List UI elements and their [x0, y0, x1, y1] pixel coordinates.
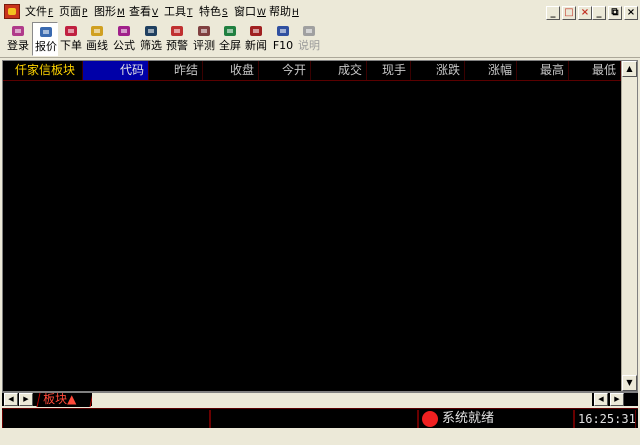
toolbar-button-0[interactable]: 登录: [5, 22, 31, 56]
close-icon: ×: [626, 7, 636, 18]
column-header[interactable]: 最高: [517, 61, 569, 80]
column-header[interactable]: 收盘: [203, 61, 259, 80]
order-t-icon: [64, 24, 78, 38]
column-header[interactable]: 仟家信板块: [3, 61, 83, 80]
hscroll-right-icon[interactable]: ▶: [610, 393, 624, 406]
maximize-icon: □: [564, 7, 574, 18]
alert-icon: [170, 24, 184, 38]
login-pencil-icon: [11, 24, 25, 38]
column-header[interactable]: 代码: [83, 61, 149, 80]
menu-bar: 文件F 页面P 图形M 查看V 工具T 特色S 窗口W 帮助H _ □ × _ …: [0, 0, 640, 22]
close-icon: ×: [580, 7, 590, 18]
child-window-controls: _ □ ×: [546, 6, 592, 20]
menu-features[interactable]: 特色S: [199, 5, 228, 20]
status-pane-2: [210, 410, 418, 428]
hscroll-left-icon[interactable]: ◀: [594, 393, 608, 406]
toolbar: 登录 报价 下单 画线 公式 筛选 预警 评测 全屏 新闻 F10 说明: [0, 22, 640, 58]
toolbar-label: 说明: [298, 39, 320, 52]
formula-icon: [117, 24, 131, 38]
main-restore-button[interactable]: ⧉: [608, 6, 622, 20]
column-header[interactable]: 涨跌: [411, 61, 465, 80]
status-indicator-icon: [422, 411, 438, 427]
binoculars-icon: [144, 24, 158, 38]
toolbar-button-11[interactable]: 说明: [296, 22, 322, 56]
fullscreen-icon: [223, 24, 237, 38]
menu-graph[interactable]: 图形M: [94, 5, 125, 20]
main-window-controls: _ ⧉ ×: [592, 6, 638, 20]
menu-window[interactable]: 窗口W: [234, 5, 266, 20]
column-header[interactable]: 现手: [367, 61, 411, 80]
help-disabled-icon: [302, 24, 316, 38]
column-header[interactable]: 今开: [259, 61, 311, 80]
quote-chart-icon: [39, 25, 53, 39]
evaluate-icon: [197, 24, 211, 38]
child-maximize-button[interactable]: □: [562, 6, 576, 20]
menu-help[interactable]: 帮助H: [269, 5, 299, 20]
menu-file[interactable]: 文件F: [25, 5, 53, 20]
menu-view[interactable]: 查看V: [129, 5, 158, 20]
child-close-button[interactable]: ×: [578, 6, 592, 20]
app-logo-icon[interactable]: [4, 4, 20, 19]
news-icon: [249, 24, 263, 38]
f10-books-icon: [276, 24, 290, 38]
restore-icon: ⧉: [611, 7, 619, 18]
minimize-icon: _: [596, 7, 602, 18]
vertical-scrollbar[interactable]: ▲ ▼: [621, 61, 637, 391]
main-minimize-button[interactable]: _: [592, 6, 606, 20]
tab-prev-icon[interactable]: ◀: [4, 393, 18, 406]
status-pane-1: [2, 410, 210, 428]
scroll-down-icon[interactable]: ▼: [622, 375, 637, 391]
status-clock: 16:25:31: [578, 412, 636, 426]
column-header[interactable]: 成交: [311, 61, 367, 80]
sheet-tab-bar: ◀ ▶ 板块▲ ◀ ▶: [2, 392, 638, 407]
main-close-button[interactable]: ×: [624, 6, 638, 20]
status-text: 系统就绪: [442, 411, 495, 426]
column-header[interactable]: 昨结: [149, 61, 203, 80]
application-window: 文件F 页面P 图形M 查看V 工具T 特色S 窗口W 帮助H _ □ × _ …: [0, 0, 640, 445]
minimize-icon: _: [550, 7, 556, 18]
scroll-up-icon[interactable]: ▲: [622, 61, 637, 77]
quote-table-panel[interactable]: 仟家信板块 代码 昨结 收盘 今开 成交 现手 涨跌 涨幅 最高 最低 ▲ ▼: [2, 60, 638, 392]
menu-tools[interactable]: 工具T: [164, 5, 193, 20]
menu-page[interactable]: 页面P: [59, 5, 87, 20]
table-header-row: 仟家信板块 代码 昨结 收盘 今开 成交 现手 涨跌 涨幅 最高 最低: [3, 61, 621, 81]
draw-line-icon: [90, 24, 104, 38]
child-minimize-button[interactable]: _: [546, 6, 560, 20]
column-header[interactable]: 最低: [569, 61, 621, 80]
tab-next-icon[interactable]: ▶: [19, 393, 33, 406]
status-bar: 系统就绪 16:25:31: [2, 408, 638, 428]
horizontal-scrollbar[interactable]: [92, 393, 592, 406]
sheet-tab-sector[interactable]: 板块▲: [36, 392, 94, 407]
column-header[interactable]: 涨幅: [465, 61, 517, 80]
